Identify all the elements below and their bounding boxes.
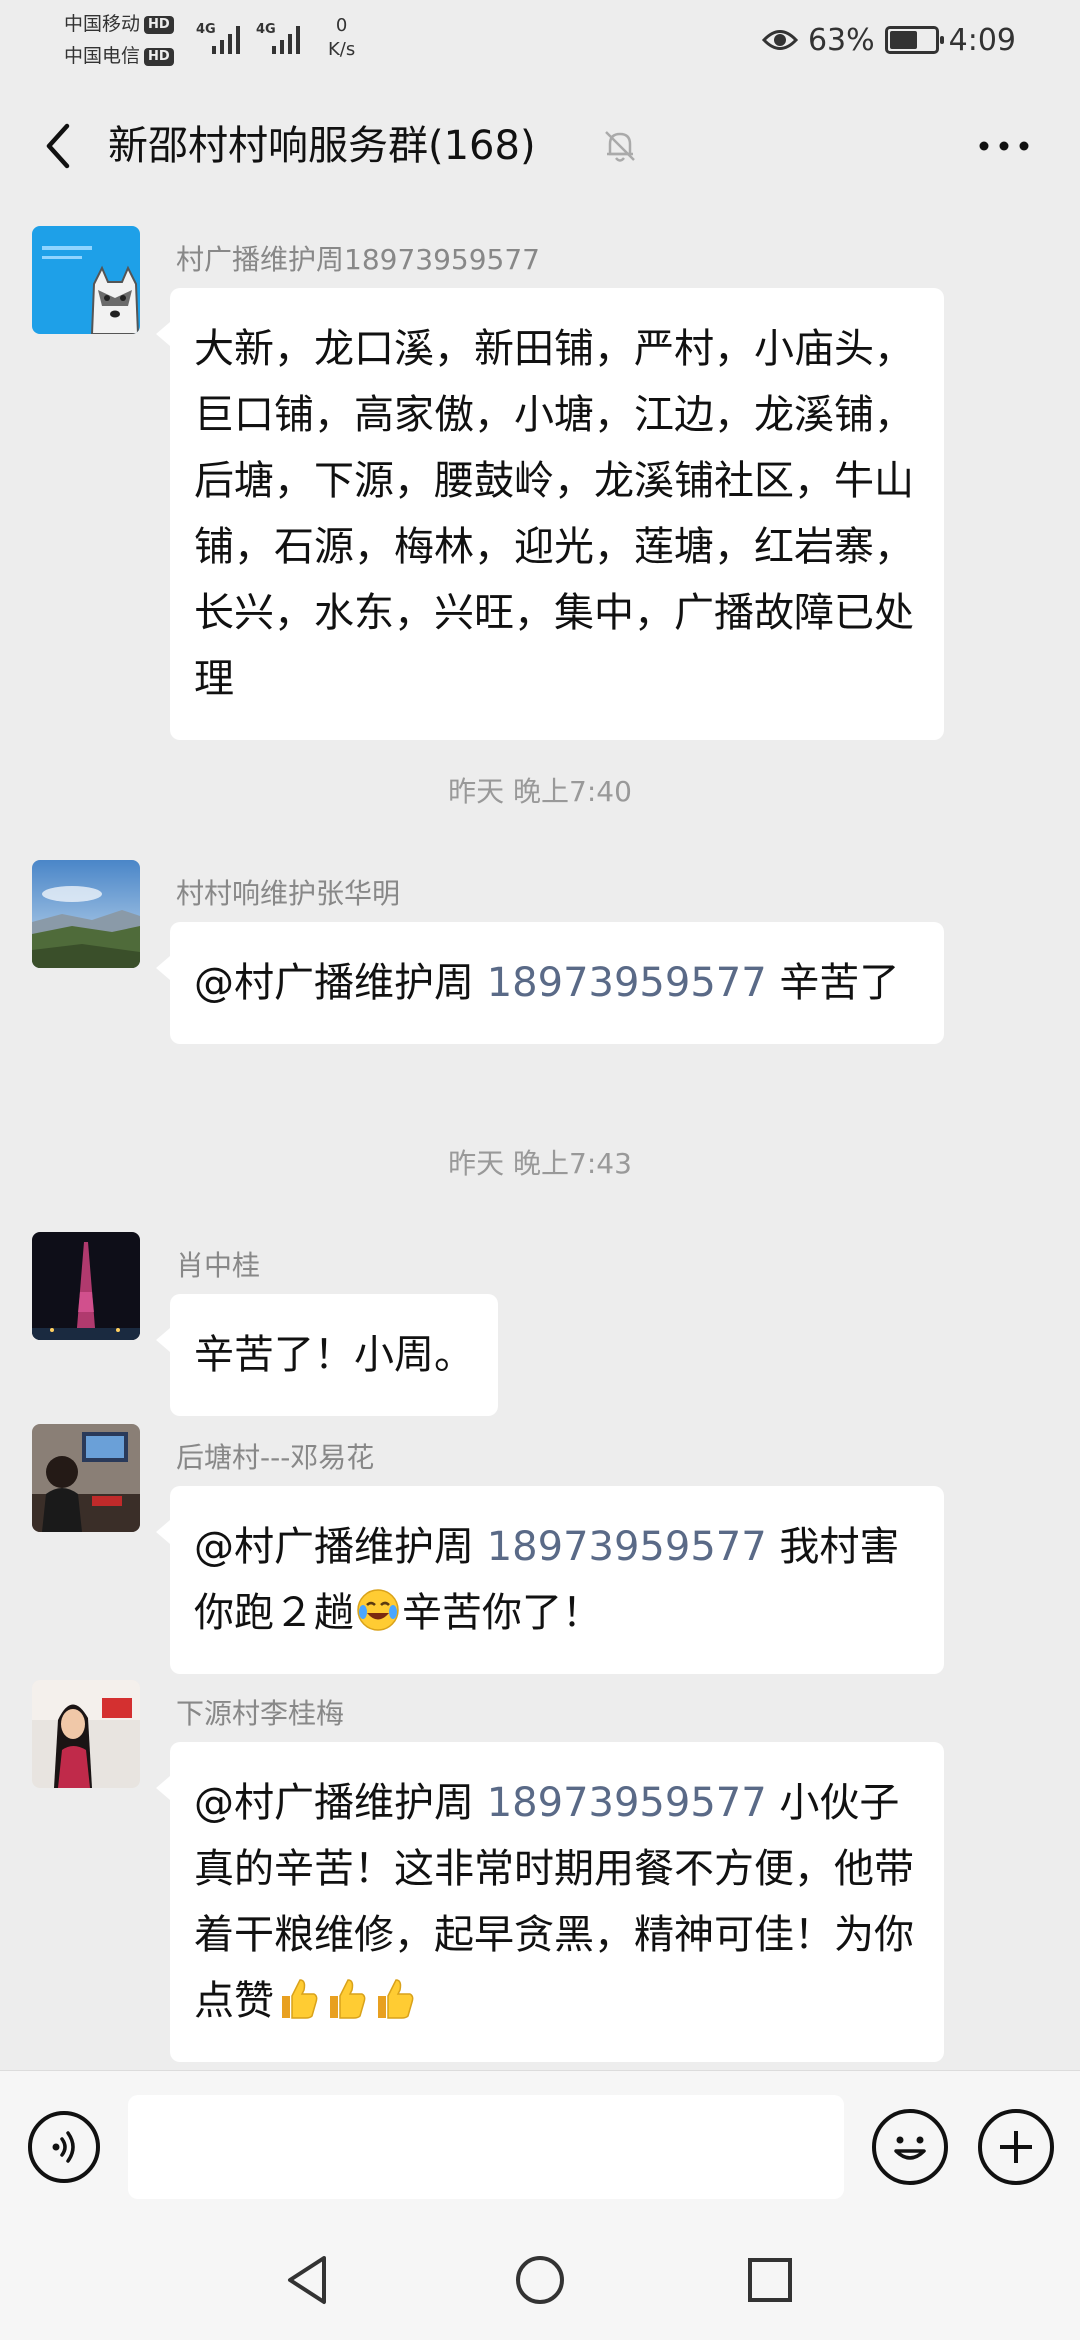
message-bubble[interactable]: @村广播维护周 18973959577 辛苦了 — [156, 922, 944, 1044]
sender-name: 村村响维护张华明 — [176, 877, 401, 910]
message-bubble[interactable]: 辛苦了！小周。 — [156, 1294, 498, 1416]
crying-laughing-emoji-icon — [357, 1589, 399, 1631]
voice-button[interactable] — [28, 2111, 100, 2183]
status-right: 63% 4:09 — [761, 20, 1016, 60]
thumbs-up-emoji-icon — [330, 1979, 366, 2019]
battery-icon — [884, 26, 944, 54]
mention[interactable]: @村广播维护周 — [194, 1780, 474, 1826]
more-button[interactable] — [974, 126, 1034, 166]
system-nav-bar — [0, 2220, 1080, 2340]
input-bar — [0, 2070, 1080, 2220]
more-dots-icon — [979, 141, 1029, 151]
carrier-2-name: 中国电信 — [64, 45, 141, 67]
hd-badge: HD — [144, 48, 174, 66]
back-button[interactable] — [28, 116, 88, 176]
husky-avatar-image — [32, 226, 140, 334]
message-text: 辛苦了 — [779, 960, 900, 1006]
circle-home-icon[interactable] — [510, 2250, 570, 2310]
net-speed-value: 0 — [335, 15, 348, 36]
clock: 4:09 — [948, 22, 1016, 58]
message-list[interactable]: 村广播维护周18973959577 大新，龙口溪，新田铺，严村，小庙头，巨口铺，… — [0, 210, 1080, 2070]
mention[interactable]: @村广播维护周 — [194, 960, 474, 1006]
sender-name: 下源村李桂梅 — [176, 1697, 345, 1730]
net-speed: 0 K/s — [328, 14, 355, 62]
chat-title: 新邵村村响服务群(168) — [108, 123, 536, 169]
signal-icon: 4G — [196, 22, 244, 56]
message-bubble[interactable]: 大新，龙口溪，新田铺，严村，小庙头，巨口铺，高家傲，小塘，江边，龙溪铺，后塘，下… — [156, 288, 944, 740]
message-bubble[interactable]: @村广播维护周 18973959577 小伙子真的辛苦！这非常时期用餐不方便，他… — [156, 1742, 944, 2062]
mention-phone-number[interactable]: 18973959577 — [487, 1524, 767, 1570]
smiley-icon — [894, 2136, 926, 2160]
title-bar: 新邵村村响服务群(168) — [0, 80, 1080, 210]
carrier-1-name: 中国移动 — [64, 13, 141, 35]
message-text: 辛苦了！小周。 — [194, 1332, 474, 1378]
triangle-back-icon[interactable] — [278, 2250, 338, 2310]
battery-percent: 63% — [807, 22, 875, 58]
mention[interactable]: @村广播维护周 — [194, 1524, 474, 1570]
sender-name: 肖中桂 — [176, 1249, 261, 1282]
office-avatar-image — [32, 1424, 140, 1532]
chat-screen: 中国移动 HD 中国电信 HD 4G 4G 0 K/s 63% 4:09 新邵村… — [0, 0, 1080, 2340]
avatar[interactable] — [32, 1232, 140, 1340]
landscape-avatar-image — [32, 860, 140, 968]
net-speed-unit: K/s — [328, 39, 356, 60]
message-text: 辛苦你了！ — [402, 1590, 602, 1636]
tower-night-avatar-image — [32, 1232, 140, 1340]
carrier-1: 中国移动 HD — [64, 12, 174, 36]
message-input[interactable] — [128, 2095, 844, 2199]
mention-phone-number[interactable]: 18973959577 — [487, 960, 767, 1006]
plus-button[interactable] — [978, 2109, 1054, 2185]
status-bar: 中国移动 HD 中国电信 HD 4G 4G 0 K/s 63% 4:09 — [0, 0, 1080, 80]
chevron-left-icon — [46, 123, 70, 169]
avatar[interactable] — [32, 1680, 140, 1788]
signal-icon: 4G — [256, 22, 304, 56]
avatar[interactable] — [32, 1424, 140, 1532]
hd-badge: HD — [144, 16, 174, 34]
voice-icon — [52, 2131, 75, 2163]
carrier-2: 中国电信 HD — [64, 44, 174, 68]
message-text: 大新，龙口溪，新田铺，严村，小庙头，巨口铺，高家傲，小塘，江边，龙溪铺，后塘，下… — [194, 326, 914, 702]
sender-name: 村广播维护周18973959577 — [176, 243, 540, 276]
mention-phone-number[interactable]: 18973959577 — [487, 1780, 767, 1826]
timestamp: 昨天 晚上7:43 — [448, 1147, 632, 1180]
sender-name: 后塘村---邓易花 — [176, 1441, 375, 1474]
eye-icon — [761, 30, 798, 50]
message-bubble[interactable]: @村广播维护周 18973959577 我村害你跑２趟 辛苦你了！ — [156, 1486, 944, 1674]
avatar[interactable] — [32, 226, 140, 334]
thumbs-up-emoji-icon — [378, 1979, 414, 2019]
square-recent-icon[interactable] — [740, 2250, 800, 2310]
emoji-button[interactable] — [872, 2109, 948, 2185]
timestamp: 昨天 晚上7:40 — [448, 775, 632, 808]
bell-off-icon — [605, 131, 635, 162]
avatar[interactable] — [32, 860, 140, 968]
plus-icon — [1000, 2131, 1032, 2163]
thumbs-up-emoji-icon — [282, 1979, 318, 2019]
woman-portrait-avatar-image — [32, 1680, 140, 1788]
